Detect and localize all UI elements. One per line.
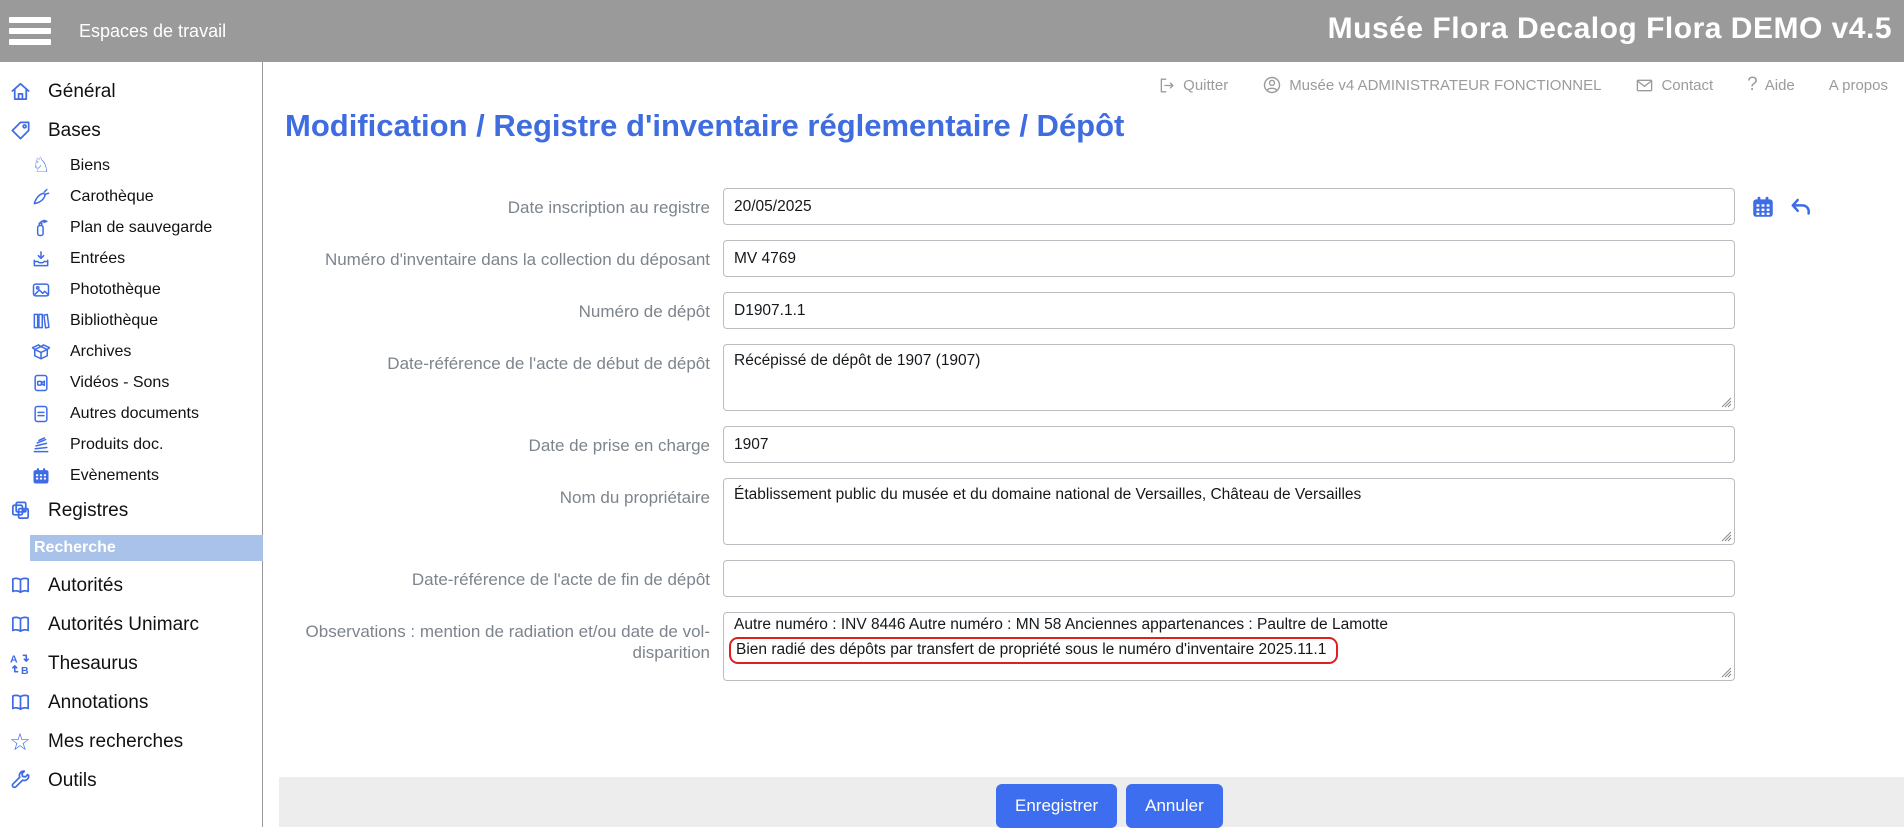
save-button[interactable]: Enregistrer [996, 784, 1117, 828]
main-content: Quitter Musée v4 ADMINISTRATEUR FONCTION… [264, 62, 1904, 827]
open-book-icon [8, 691, 32, 715]
user-icon [1262, 75, 1282, 95]
undo-icon[interactable] [1788, 194, 1814, 225]
form-row-numero-depot: Numéro de dépôt [264, 292, 1904, 329]
video-document-icon [30, 372, 52, 394]
sidebar: Général Bases ♘ Biens Carothèque Plan de… [0, 62, 263, 827]
edit-form: Date inscription au registre Numéro d'in… [264, 188, 1904, 696]
field-label: Observations : mention de radiation et/o… [264, 612, 710, 681]
registers-icon [8, 499, 32, 523]
logout-icon [1157, 76, 1176, 95]
field-label: Numéro d'inventaire dans la collection d… [264, 240, 710, 277]
contact-link[interactable]: Contact [1635, 76, 1713, 95]
sidebar-item-general[interactable]: Général [0, 72, 262, 111]
observations-line-1: Autre numéro : INV 8446 Autre numéro : M… [734, 614, 1724, 635]
field-label: Nom du propriétaire [264, 478, 710, 545]
calendar-icon [30, 465, 52, 487]
observations-line-2: Bien radié des dépôts par transfert de p… [736, 641, 1326, 658]
sidebar-item-autorites-unimarc[interactable]: Autorités Unimarc [0, 605, 262, 644]
numero-inventaire-input[interactable] [723, 240, 1735, 277]
utility-bar: Quitter Musée v4 ADMINISTRATEUR FONCTION… [1157, 74, 1888, 96]
sidebar-item-evenements[interactable]: Evènements [0, 460, 262, 491]
quit-link[interactable]: Quitter [1157, 76, 1228, 95]
numero-depot-input[interactable] [723, 292, 1735, 329]
sidebar-item-thesaurus[interactable]: AB Thesaurus [0, 644, 262, 683]
red-highlight-box: Bien radié des dépôts par transfert de p… [729, 637, 1338, 664]
core-sample-icon [30, 186, 52, 208]
sidebar-item-annotations[interactable]: Annotations [0, 683, 262, 722]
sidebar-item-bibliotheque[interactable]: Bibliothèque [0, 305, 262, 336]
star-icon: ☆ [8, 730, 32, 754]
inbox-download-icon [30, 248, 52, 270]
field-label: Date-référence de l'acte de début de dép… [264, 344, 710, 411]
sidebar-item-entrees[interactable]: Entrées [0, 243, 262, 274]
sidebar-item-outils[interactable]: Outils [0, 761, 262, 800]
sidebar-item-mes-recherches[interactable]: ☆ Mes recherches [0, 722, 262, 761]
wrench-icon [8, 769, 32, 793]
translate-icon: AB [8, 652, 32, 676]
workspace-label[interactable]: Espaces de travail [79, 21, 226, 42]
home-icon [8, 80, 32, 104]
resize-handle-icon [1721, 531, 1732, 542]
nom-proprietaire-textarea[interactable]: Établissement public du musée et du doma… [723, 478, 1735, 545]
acte-debut-depot-textarea[interactable]: Récépissé de dépôt de 1907 (1907) [723, 344, 1735, 411]
svg-text:A: A [9, 654, 17, 666]
resize-handle-icon [1721, 667, 1732, 678]
about-link[interactable]: A propos [1829, 77, 1888, 94]
field-label: Date de prise en charge [264, 426, 710, 463]
svg-text:B: B [20, 665, 28, 675]
question-mark-icon: ? [1747, 74, 1758, 96]
sidebar-item-produits-doc[interactable]: Produits doc. [0, 429, 262, 460]
open-book-icon [8, 613, 32, 637]
field-label: Numéro de dépôt [264, 292, 710, 329]
current-user[interactable]: Musée v4 ADMINISTRATEUR FONCTIONNEL [1262, 75, 1601, 95]
calendar-picker-icon[interactable] [1750, 194, 1776, 225]
sidebar-item-phototheque[interactable]: Photothèque [0, 274, 262, 305]
form-row-acte-debut-depot: Date-référence de l'acte de début de dép… [264, 344, 1904, 411]
sidebar-item-plan-de-sauvegarde[interactable]: Plan de sauvegarde [0, 212, 262, 243]
sidebar-item-autorites[interactable]: Autorités [0, 566, 262, 605]
field-label: Date inscription au registre [264, 188, 710, 225]
document-icon [30, 403, 52, 425]
date-prise-en-charge-input[interactable] [723, 426, 1735, 463]
sidebar-item-archives[interactable]: Archives [0, 336, 262, 367]
open-box-icon [30, 341, 52, 363]
sidebar-item-autres-documents[interactable]: Autres documents [0, 398, 262, 429]
books-icon [30, 310, 52, 332]
envelope-icon [1635, 76, 1654, 95]
form-row-nom-proprietaire: Nom du propriétaire Établissement public… [264, 478, 1904, 545]
cancel-button[interactable]: Annuler [1126, 784, 1223, 828]
form-row-observations: Observations : mention de radiation et/o… [264, 612, 1904, 681]
sidebar-item-recherche-selected[interactable]: Recherche [30, 535, 263, 561]
form-row-date-prise-en-charge: Date de prise en charge [264, 426, 1904, 463]
footer-action-bar: Enregistrer Annuler [279, 777, 1904, 827]
help-link[interactable]: ? Aide [1747, 74, 1795, 96]
fire-extinguisher-icon [30, 217, 52, 239]
paper-stack-icon [30, 434, 52, 456]
top-bar: Espaces de travail Musée Flora Decalog F… [0, 0, 1904, 62]
sidebar-item-registres[interactable]: Registres [0, 491, 262, 530]
sidebar-item-biens[interactable]: ♘ Biens [0, 150, 262, 181]
sidebar-item-carotheque[interactable]: Carothèque [0, 181, 262, 212]
date-inscription-input[interactable] [723, 188, 1735, 225]
form-row-numero-inventaire: Numéro d'inventaire dans la collection d… [264, 240, 1904, 277]
tag-icon [8, 119, 32, 143]
sidebar-item-videos-sons[interactable]: Vidéos - Sons [0, 367, 262, 398]
observations-textarea[interactable]: Autre numéro : INV 8446 Autre numéro : M… [723, 612, 1735, 681]
form-row-acte-fin-depot: Date-référence de l'acte de fin de dépôt [264, 560, 1904, 597]
resize-handle-icon [1721, 397, 1732, 408]
chess-knight-icon: ♘ [30, 155, 52, 177]
form-row-date-inscription: Date inscription au registre [264, 188, 1904, 225]
acte-fin-depot-input[interactable] [723, 560, 1735, 597]
open-book-icon [8, 574, 32, 598]
field-label: Date-référence de l'acte de fin de dépôt [264, 560, 710, 597]
hamburger-menu-icon[interactable] [9, 17, 51, 45]
sidebar-item-bases[interactable]: Bases [0, 111, 262, 150]
page-title: Modification / Registre d'inventaire rég… [285, 108, 1124, 144]
app-title: Musée Flora Decalog Flora DEMO v4.5 [1328, 12, 1892, 46]
image-icon [30, 279, 52, 301]
